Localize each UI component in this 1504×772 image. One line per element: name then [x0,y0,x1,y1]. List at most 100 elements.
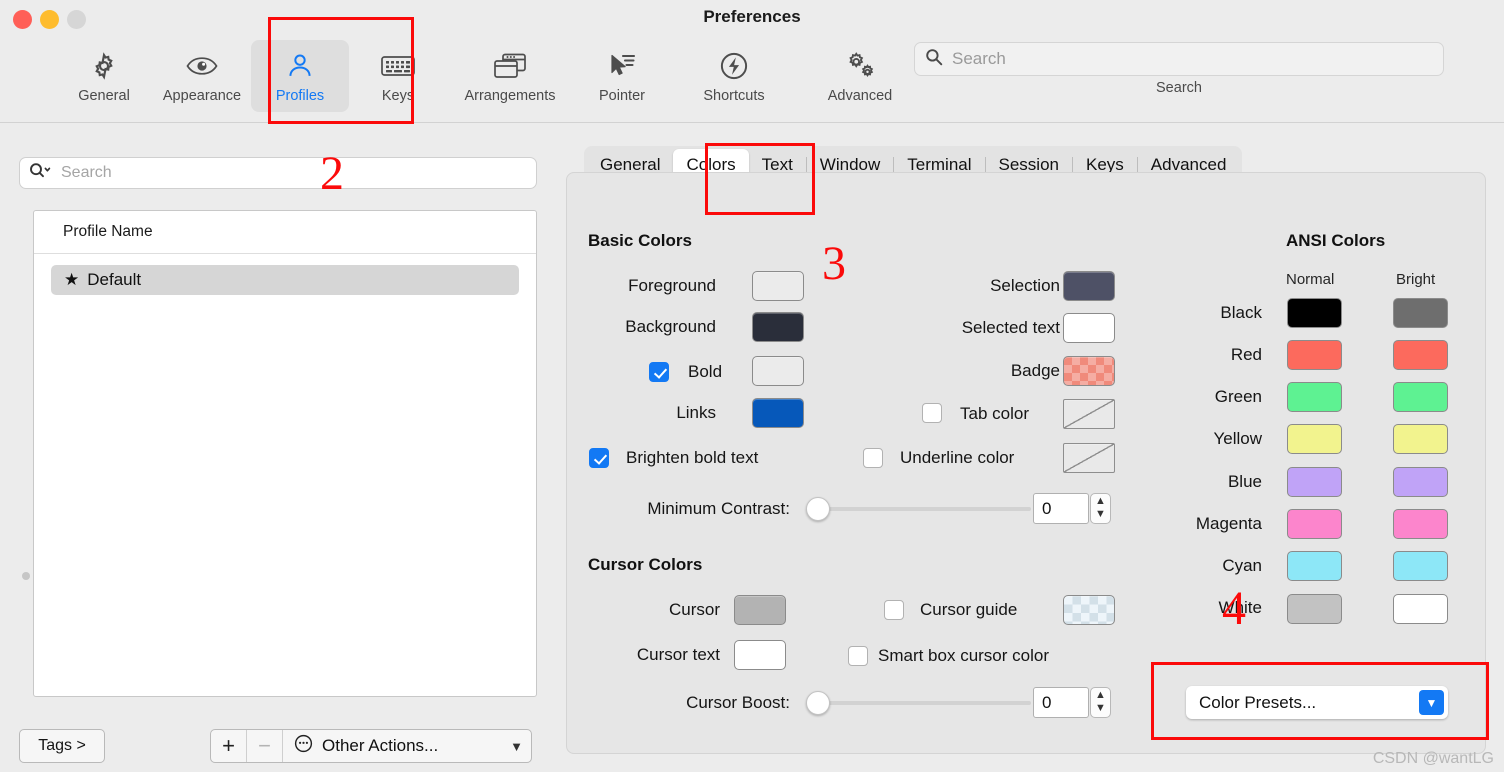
ansi-white-bright-swatch[interactable] [1393,594,1448,624]
ansi-cyan-normal-swatch[interactable] [1287,551,1342,581]
watermark: CSDN @wantLG [1372,750,1494,767]
toolbar-item-appearance[interactable]: Appearance [153,40,251,112]
annotation-number-2: 2 [320,147,344,200]
selected-text-label: Selected text [961,318,1060,337]
cursor-guide-color-swatch[interactable] [1063,595,1115,625]
toolbar-item-shortcuts[interactable]: Shortcuts [671,40,797,112]
other-actions-popup[interactable]: Other Actions... ▼ [283,730,531,762]
minimum-contrast-value[interactable]: 0 [1033,493,1089,524]
tab-color-checkbox[interactable] [922,403,942,423]
color-presets-label: Color Presets... [1199,692,1317,712]
ansi-bright-column-header: Bright [1396,271,1436,288]
cursor-text-color-swatch[interactable] [734,640,786,670]
annotation-number-3: 3 [822,237,846,290]
toolbar-item-label: Arrangements [464,88,556,104]
tab-color-label: Tab color [960,404,1029,423]
minimum-contrast-stepper[interactable]: ▲ ▼ [1090,493,1111,524]
ansi-white-normal-swatch[interactable] [1287,594,1342,624]
toolbar-item-profiles[interactable]: Profiles [251,40,349,112]
search-dropdown-icon[interactable] [29,162,53,184]
cursor-colors-heading: Cursor Colors [588,555,703,574]
underline-color-label: Underline color [900,448,1015,467]
annotation-number-4: 4 [1222,582,1246,635]
ansi-blue-normal-swatch[interactable] [1287,467,1342,497]
bolt-icon [718,46,750,86]
selection-color-swatch[interactable] [1063,271,1115,301]
cursor-guide-checkbox[interactable] [884,600,904,620]
ansi-green-normal-swatch[interactable] [1287,382,1342,412]
ansi-black-normal-swatch[interactable] [1287,298,1342,328]
toolbar-item-advanced[interactable]: Advanced [797,40,923,112]
ansi-black-bright-swatch[interactable] [1393,298,1448,328]
titlebar: Preferences [0,0,1504,40]
links-color-swatch[interactable] [752,398,804,428]
background-label: Background [625,317,716,336]
ansi-row-label-magenta: Magenta [1195,514,1262,533]
stepper-up-icon[interactable]: ▲ [1095,495,1106,509]
brighten-bold-text-checkbox[interactable] [589,448,609,468]
smart-box-cursor-color-checkbox[interactable] [848,646,868,666]
stepper-down-icon[interactable]: ▼ [1095,702,1106,716]
toolbar-item-label: Pointer [599,88,645,104]
ansi-normal-column-header: Normal [1286,271,1335,288]
foreground-color-swatch[interactable] [752,271,804,301]
slider-knob[interactable] [806,691,830,715]
profiles-left-pane: Profile Name ★ Default Tags > + − [0,123,556,772]
window-title: Preferences [703,7,801,26]
toolbar-items: General Appearance Profiles Keys Arrange… [55,40,923,112]
toolbar-item-arrangements[interactable]: Arrangements [447,40,573,112]
ansi-red-normal-swatch[interactable] [1287,340,1342,370]
ansi-green-bright-swatch[interactable] [1393,382,1448,412]
brighten-bold-text-label: Brighten bold text [626,448,759,467]
cursor-boost-value[interactable]: 0 [1033,687,1089,718]
ansi-magenta-normal-swatch[interactable] [1287,509,1342,539]
gears-icon [842,46,878,86]
cursor-color-swatch[interactable] [734,595,786,625]
bold-checkbox[interactable] [649,362,669,382]
stepper-up-icon[interactable]: ▲ [1095,689,1106,703]
background-color-swatch[interactable] [752,312,804,342]
toolbar-search-box[interactable] [914,42,1444,76]
bold-color-swatch[interactable] [752,356,804,386]
ansi-yellow-normal-swatch[interactable] [1287,424,1342,454]
search-icon [925,48,943,71]
slider-track [806,701,1031,705]
underline-color-checkbox[interactable] [863,448,883,468]
toolbar-item-pointer[interactable]: Pointer [573,40,671,112]
ansi-red-bright-swatch[interactable] [1393,340,1448,370]
tab-color-swatch[interactable] [1063,399,1115,429]
ansi-magenta-bright-swatch[interactable] [1393,509,1448,539]
stepper-down-icon[interactable]: ▼ [1095,508,1106,522]
profile-search-input[interactable] [61,164,527,182]
cursor-boost-stepper[interactable]: ▲ ▼ [1090,687,1111,718]
add-profile-button[interactable]: + [211,730,247,762]
chevron-down-icon[interactable]: ▼ [1419,690,1444,715]
toolbar-item-keys[interactable]: Keys [349,40,447,112]
chevron-down-icon: ▼ [510,738,523,754]
selected-text-color-swatch[interactable] [1063,313,1115,343]
windows-icon [492,46,528,86]
remove-profile-button[interactable]: − [247,730,283,762]
ansi-yellow-bright-swatch[interactable] [1393,424,1448,454]
profile-list-item-default[interactable]: ★ Default [51,265,519,295]
toolbar: General Appearance Profiles Keys Arrange… [0,40,1504,118]
person-icon [286,46,314,86]
toolbar-item-label: Advanced [827,88,893,104]
toolbar-item-label: Shortcuts [703,88,765,104]
slider-knob[interactable] [806,497,830,521]
color-presets-popup[interactable]: Color Presets... ▼ [1186,686,1448,719]
pane-resize-handle[interactable] [22,572,30,580]
profile-search-box[interactable] [19,157,537,189]
eye-icon [185,46,219,86]
ansi-blue-bright-swatch[interactable] [1393,467,1448,497]
search-input[interactable] [952,49,1433,69]
ansi-colors-heading: ANSI Colors [1286,231,1386,250]
toolbar-item-general[interactable]: General [55,40,153,112]
minimum-contrast-slider[interactable] [806,497,1031,521]
profile-actions-group: + − Other Actions... ▼ [210,729,532,763]
tags-button[interactable]: Tags > [19,729,105,763]
badge-color-swatch[interactable] [1063,356,1115,386]
underline-color-swatch[interactable] [1063,443,1115,473]
cursor-boost-slider[interactable] [806,691,1031,715]
ansi-cyan-bright-swatch[interactable] [1393,551,1448,581]
